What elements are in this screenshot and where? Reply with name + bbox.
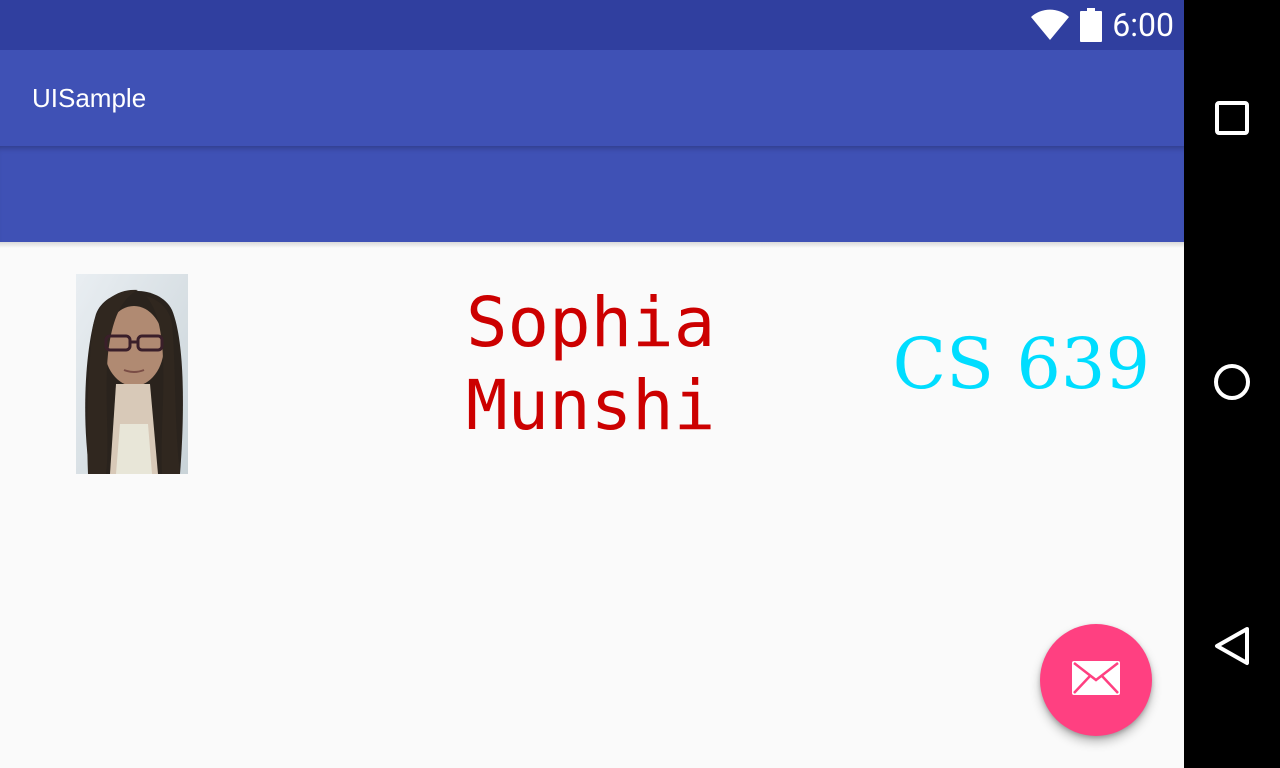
course-text: CS 639: [892, 323, 1150, 405]
mail-icon: [1071, 660, 1121, 701]
app-bar: UISample: [0, 50, 1184, 146]
toolbar-extension: [0, 146, 1184, 242]
square-icon: [1215, 100, 1249, 140]
status-icons: 6:00: [1030, 0, 1174, 50]
wifi-icon: [1030, 9, 1070, 41]
status-bar: 6:00: [0, 0, 1184, 50]
app-title: UISample: [32, 83, 147, 113]
content-area: Sophia Munshi CS 639: [0, 248, 1184, 768]
circle-icon: [1213, 363, 1251, 406]
recent-apps-button[interactable]: [1184, 72, 1280, 168]
navigation-bar: [1184, 0, 1280, 768]
battery-icon: [1080, 8, 1103, 42]
name-text: Sophia Munshi: [466, 283, 716, 446]
home-button[interactable]: [1184, 336, 1280, 432]
triangle-back-icon: [1214, 626, 1250, 671]
back-button[interactable]: [1184, 600, 1280, 696]
profile-photo: [76, 274, 188, 474]
status-clock: 6:00: [1112, 6, 1174, 44]
email-fab-button[interactable]: [1040, 624, 1152, 736]
